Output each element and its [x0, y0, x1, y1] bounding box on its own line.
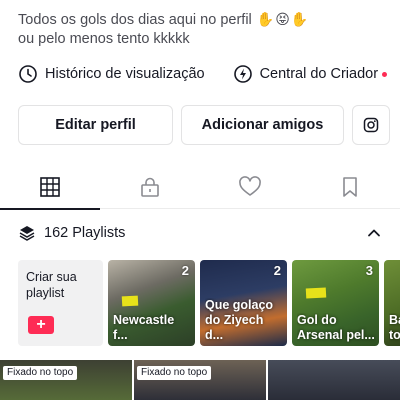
raised-hand-emoji-icon: ✋	[290, 11, 309, 27]
watch-history-label: Histórico de visualização	[45, 66, 205, 82]
playlist-title: Ba to	[389, 313, 400, 342]
lock-icon	[141, 177, 159, 197]
layers-icon	[19, 226, 35, 241]
create-playlist-label: Criar sua playlist	[26, 270, 77, 300]
bio-line-2: ou pelo menos tento kkkkk	[18, 31, 190, 47]
tab-private[interactable]	[100, 165, 200, 209]
lightning-icon	[233, 65, 252, 83]
playlist-card[interactable]: 3 Gol do Arsenal pel...	[292, 260, 379, 346]
tab-favorites[interactable]	[300, 165, 400, 209]
profile-actions: Editar perfil Adicionar amigos	[18, 105, 390, 145]
tab-liked[interactable]	[200, 165, 300, 209]
instagram-icon	[363, 117, 379, 133]
creator-center-label: Central do Criador	[259, 66, 379, 82]
bio-line-1: Todos os gols dos dias aqui no perfil	[18, 12, 252, 28]
raised-hand-emoji-icon: ✋	[256, 11, 275, 27]
notification-dot	[382, 71, 388, 77]
instagram-button[interactable]	[352, 105, 390, 145]
video-thumbnail[interactable]	[268, 360, 400, 400]
profile-tabs	[0, 165, 400, 210]
add-friends-button[interactable]: Adicionar amigos	[181, 105, 344, 145]
chevron-up-icon[interactable]	[366, 225, 382, 241]
pinned-badge: Fixado no topo	[3, 366, 78, 380]
grid-icon	[40, 177, 60, 197]
edit-profile-button[interactable]: Editar perfil	[18, 105, 173, 145]
playlist-card[interactable]: 2 Newcastle f...	[108, 260, 195, 346]
playlist-card[interactable]: Ba to	[384, 260, 400, 346]
playlists-header[interactable]: 162 Playlists	[18, 220, 382, 246]
plus-icon: +	[28, 316, 54, 334]
playlist-video-count: 2	[181, 263, 189, 278]
video-thumbnail[interactable]: Fixado no topo	[0, 360, 132, 400]
playlist-title: Que golaço do Ziyech d...	[205, 298, 274, 342]
video-grid: Fixado no topo Fixado no topo	[0, 360, 400, 400]
tab-videos[interactable]	[0, 165, 100, 210]
playlist-video-count: 3	[365, 263, 373, 278]
create-playlist-card[interactable]: Criar sua playlist +	[18, 260, 103, 346]
laughing-face-emoji-icon: 😝	[275, 11, 290, 27]
playlists-count-label: 162 Playlists	[44, 225, 126, 241]
clock-icon	[19, 65, 37, 83]
playlist-video-count: 2	[273, 263, 281, 278]
thumbnail-overlay-text	[305, 287, 326, 299]
playlist-card[interactable]: 2 Que golaço do Ziyech d...	[200, 260, 287, 346]
playlists-row: Criar sua playlist + 2 Newcastle f... 2 …	[18, 260, 400, 346]
creator-center-link[interactable]: Central do Criador	[233, 64, 388, 84]
watch-history-link[interactable]: Histórico de visualização	[18, 64, 205, 84]
pinned-badge: Fixado no topo	[137, 366, 212, 380]
video-thumbnail[interactable]: Fixado no topo	[134, 360, 266, 400]
profile-links-row: Histórico de visualização Central do Cri…	[18, 62, 400, 86]
thumbnail-overlay-text	[121, 295, 138, 307]
playlist-title: Newcastle f...	[113, 313, 175, 342]
playlist-title: Gol do Arsenal pel...	[297, 313, 375, 342]
bookmark-icon	[343, 177, 357, 197]
heart-icon	[239, 176, 261, 196]
profile-bio: Todos os gols dos dias aqui no perfil ✋😝…	[18, 10, 388, 49]
